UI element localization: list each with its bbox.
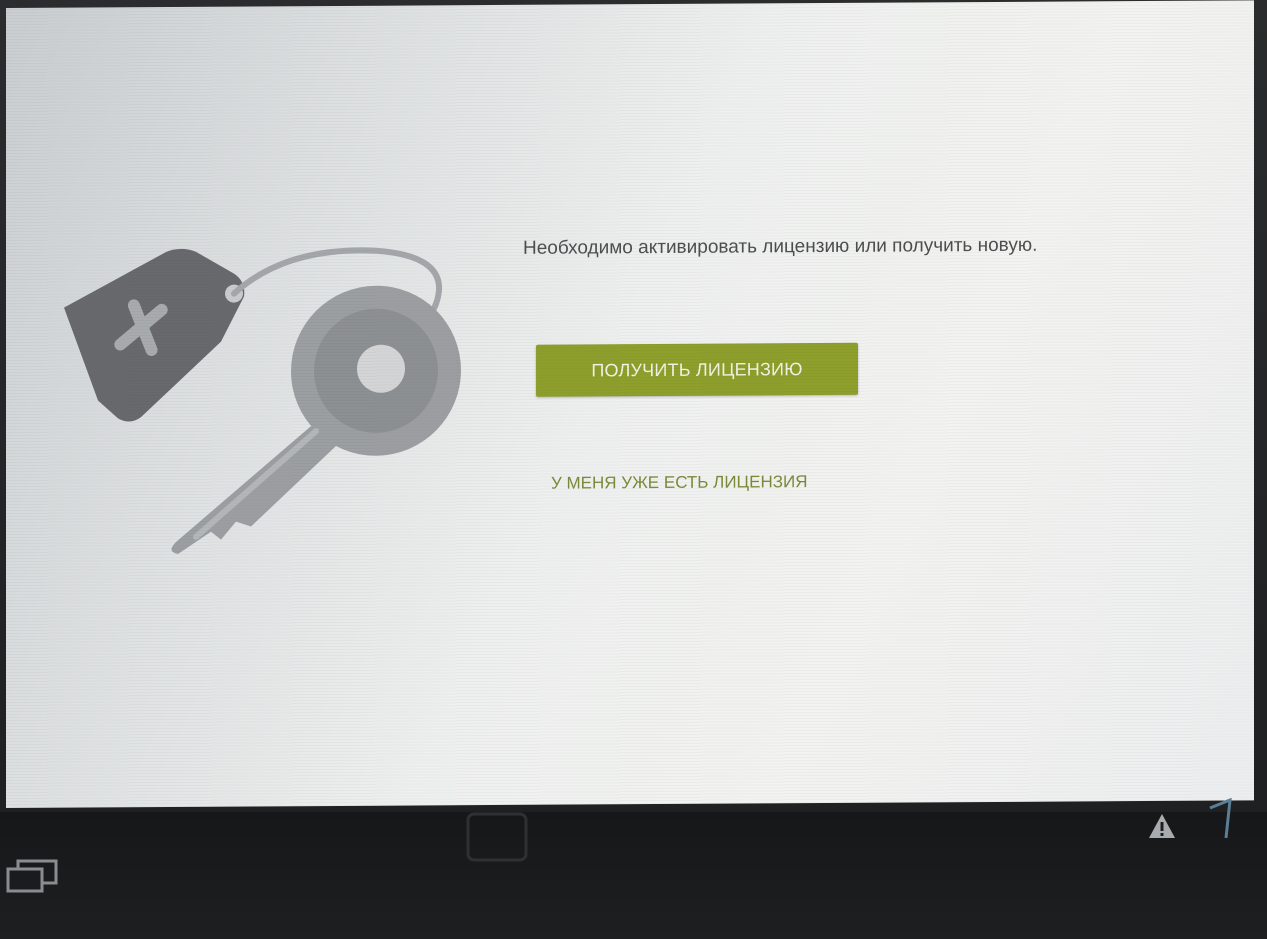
key-with-tag-icon: [64, 247, 461, 554]
warning-icon[interactable]: [1148, 812, 1176, 840]
tag-shape: [64, 248, 245, 422]
tablet-device: Необходимо активировать лицензию или пол…: [0, 0, 1267, 939]
recent-apps-icon[interactable]: [6, 855, 66, 895]
system-navigation-bar: [0, 812, 1267, 939]
home-icon[interactable]: [462, 806, 532, 866]
have-license-button[interactable]: У МЕНЯ УЖЕ ЕСТЬ ЛИЦЕНЗИЯ: [536, 465, 896, 501]
license-message: Необходимо активировать лицензию или пол…: [523, 234, 1038, 259]
signal-icon: [1209, 798, 1232, 839]
get-license-button[interactable]: ПОЛУЧИТЬ ЛИЦЕНЗИЮ: [536, 342, 858, 397]
app-screen: Необходимо активировать лицензию или пол…: [6, 0, 1254, 809]
